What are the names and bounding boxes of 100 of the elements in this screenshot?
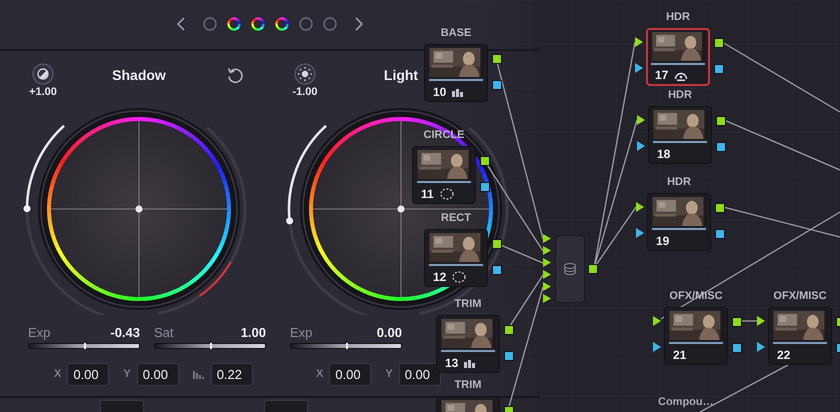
node-number: 17 xyxy=(655,68,668,82)
node-card[interactable]: 21 xyxy=(664,307,728,365)
slider-value: 1.00 xyxy=(240,324,266,340)
node-card[interactable]: 12 xyxy=(424,229,488,287)
input-port[interactable] xyxy=(636,228,644,238)
node-number: 19 xyxy=(656,234,670,248)
node-card[interactable]: 18 xyxy=(648,106,712,164)
node-label: HDR xyxy=(666,11,690,23)
reset-icon[interactable] xyxy=(226,66,244,84)
input-port[interactable] xyxy=(653,316,661,326)
output-port[interactable] xyxy=(492,239,502,249)
output-port[interactable] xyxy=(714,64,724,74)
wheel-puck[interactable] xyxy=(398,205,404,212)
node-label: HDR xyxy=(667,176,691,188)
node-number: 13 xyxy=(445,356,458,370)
slider-track[interactable] xyxy=(290,342,402,349)
bar-chart-icon xyxy=(452,87,464,98)
mode-value: +1.00 xyxy=(29,86,57,98)
node-number: 12 xyxy=(433,270,446,284)
slider-track[interactable] xyxy=(28,342,140,349)
output-port[interactable] xyxy=(588,264,598,274)
input-field[interactable]: 0.00 xyxy=(329,362,372,386)
bar-chart-icon xyxy=(464,358,476,368)
node-number: 11 xyxy=(421,187,434,202)
node-label: HDR xyxy=(668,89,692,101)
sun-icon[interactable] xyxy=(294,62,316,85)
input-port[interactable] xyxy=(637,115,645,125)
node-card[interactable]: 11 xyxy=(412,146,476,204)
layers-icon xyxy=(563,262,577,276)
node-label: TRIM xyxy=(454,379,482,391)
node-number: 22 xyxy=(777,348,790,362)
output-port[interactable] xyxy=(714,38,724,48)
ring-slider[interactable] xyxy=(24,124,105,315)
output-port[interactable] xyxy=(480,156,490,166)
dashed-circle-icon xyxy=(452,271,466,284)
wheel-title: Light xyxy=(382,66,420,83)
node-label: OFX/MISC xyxy=(773,290,827,302)
slider-label: Sat xyxy=(154,324,174,340)
contrast-icon[interactable] xyxy=(32,62,54,85)
chevron-right-icon[interactable] xyxy=(354,17,364,32)
output-port[interactable] xyxy=(492,54,502,64)
input-port[interactable] xyxy=(637,141,645,151)
color-wheel-page-icon[interactable] xyxy=(250,16,266,32)
layer-node[interactable] xyxy=(555,235,585,303)
output-port[interactable] xyxy=(716,142,726,152)
input-field[interactable] xyxy=(100,400,144,412)
output-port[interactable] xyxy=(716,116,726,126)
slider-label: Exp xyxy=(28,324,50,340)
input-field[interactable]: 0.00 xyxy=(67,362,110,386)
empty-page-icon[interactable] xyxy=(202,16,218,32)
input-port[interactable] xyxy=(757,342,765,352)
input-field[interactable] xyxy=(264,400,308,412)
wheel-puck[interactable] xyxy=(136,205,142,212)
node-label: Compou… xyxy=(658,396,714,408)
node-number: 21 xyxy=(673,348,686,362)
histogram-icon xyxy=(192,369,205,380)
node-card[interactable]: 10 xyxy=(424,44,488,102)
node-card[interactable]: 22 xyxy=(768,307,832,365)
output-port[interactable] xyxy=(504,351,514,361)
input-port[interactable] xyxy=(757,316,765,326)
input-field[interactable]: 0.00 xyxy=(136,362,179,386)
output-port[interactable] xyxy=(480,182,490,192)
node-card[interactable]: 13 xyxy=(436,315,500,373)
wheel-title: Shadow xyxy=(111,66,167,83)
slider-track[interactable] xyxy=(154,342,266,349)
color-wheel-page-icon[interactable] xyxy=(274,16,290,32)
slider-value: 0.00 xyxy=(376,324,402,340)
node-label: RECT xyxy=(441,212,471,224)
output-port[interactable] xyxy=(732,317,742,327)
empty-page-icon[interactable] xyxy=(298,16,314,32)
output-port[interactable] xyxy=(715,229,725,239)
input-field[interactable]: 0.00 xyxy=(398,362,441,386)
input-port[interactable] xyxy=(653,342,661,352)
dashed-circle-icon xyxy=(440,188,454,200)
empty-page-icon[interactable] xyxy=(322,16,338,32)
output-port[interactable] xyxy=(732,343,742,353)
output-port[interactable] xyxy=(715,203,725,213)
output-port[interactable] xyxy=(492,265,502,275)
input-port[interactable] xyxy=(636,202,644,212)
field-label: Y xyxy=(123,368,131,380)
chevron-left-icon[interactable] xyxy=(176,17,186,32)
node-card[interactable]: 19 xyxy=(647,193,711,251)
node-card[interactable]: 17 xyxy=(646,28,710,86)
field-label: X xyxy=(54,368,62,380)
slider-label: Exp xyxy=(290,324,312,340)
field-label: X xyxy=(316,368,324,380)
node-number: 10 xyxy=(433,85,446,100)
input-field[interactable]: 0.22 xyxy=(210,362,253,386)
node-label: TRIM xyxy=(454,298,482,310)
color-wheel-page-icon[interactable] xyxy=(226,16,242,32)
ring-slider[interactable] xyxy=(286,124,367,315)
node-label: BASE xyxy=(440,27,472,39)
input-port[interactable] xyxy=(635,63,643,73)
mode-value: -1.00 xyxy=(292,86,318,98)
node-number: 18 xyxy=(657,147,670,162)
field-label: Y xyxy=(385,368,393,380)
output-port[interactable] xyxy=(504,325,514,335)
output-port[interactable] xyxy=(492,80,502,90)
slider-value: -0.43 xyxy=(110,324,140,340)
input-port[interactable] xyxy=(635,37,643,47)
